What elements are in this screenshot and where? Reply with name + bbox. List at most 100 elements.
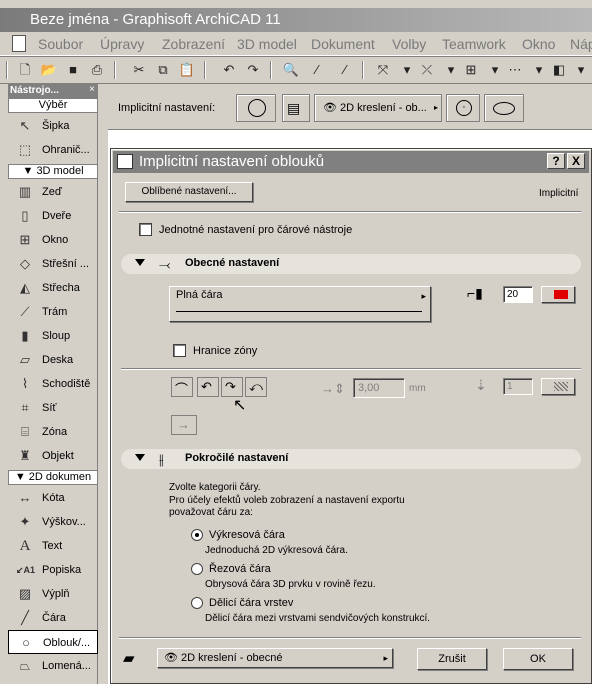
close-button[interactable]: X [567,153,585,169]
grid-snap-icon[interactable]: ⊞ [462,61,480,79]
arrowhead-none-button[interactable]: ⌒ [171,377,193,397]
copy-icon[interactable]: ⧉ [154,61,172,79]
tool-window[interactable]: ⊞ Okno [8,228,98,252]
arrowhead-both-button[interactable]: ⤺ [245,377,267,397]
save-icon[interactable]: ■ [64,61,82,79]
arrow-pen-field[interactable]: 1 [503,378,533,395]
dropdown-arrow-icon[interactable]: ▾ [442,61,460,79]
tool-mesh[interactable]: ⌗ Síť [8,396,98,420]
tool-dimension[interactable]: ↔ Kóta [8,486,98,510]
radio-drafting-line[interactable] [191,529,203,541]
tool-door[interactable]: ▯ Dveře [8,204,98,228]
redo-icon[interactable]: ↷ [244,61,262,79]
info-centre-radius-button[interactable]: · [446,94,480,122]
tool-text[interactable]: A Text [8,534,98,558]
palette-select-header[interactable]: Výběr [8,98,98,113]
menu-dokument[interactable]: Dokument [311,36,375,52]
tool-marquee[interactable]: ⬚ Ohranič... [8,138,98,162]
tool-label: Text [42,540,63,552]
info-ellipse-button[interactable] [484,94,524,122]
snap-icon[interactable]: ⤫ [418,61,436,79]
layer-select[interactable]: 👁 2D kreslení - obecné ▸ [157,648,393,668]
arrow-pointer-icon: ↖ [19,118,31,133]
arc-end-arrow-icon: ↷ [225,379,236,394]
print-icon[interactable]: ⎙ [88,61,106,79]
menu-zobrazeni[interactable]: Zobrazení [162,36,225,52]
paste-icon[interactable]: 📋 [178,61,196,79]
advanced-settings-icon: ⫲ [159,451,164,467]
undo-icon[interactable]: ↶ [220,61,238,79]
dropdown-arrow-icon[interactable]: ▾ [398,61,416,79]
tool-skylight[interactable]: ◇ Střešní ... [8,252,98,276]
info-layer-value: 2D kreslení - ob... [340,102,427,114]
menu-teamwork[interactable]: Teamwork [442,36,506,52]
palette-group-3d-model[interactable]: ▼ 3D model [8,164,98,179]
gravity-icon[interactable]: ⤧ [374,61,392,79]
zone-boundary-checkbox[interactable] [173,344,186,357]
new-file-icon[interactable]: 🗋 [16,61,34,79]
tool-beam[interactable]: ⟋ Trám [8,300,98,324]
tool-level-dimension[interactable]: ✦ Výškov... [8,510,98,534]
palette-group-2d-document[interactable]: ▼ 2D dokumen [8,470,98,485]
menu-napoveda[interactable]: Náp [570,36,592,52]
tool-label: Objekt [42,450,74,462]
group-label: 2D dokumen [28,471,92,483]
tool-arc[interactable]: ○ Oblouk/... [8,630,98,654]
tool-object[interactable]: ♜ Objekt [8,444,98,468]
tool-column[interactable]: ▮ Sloup [8,324,98,348]
tool-label: Oblouk/... [43,637,91,649]
pen-color-button[interactable] [541,286,575,303]
radio-cut-line[interactable] [191,563,203,575]
tool-zone[interactable]: ⌸ Zóna [8,420,98,444]
cancel-button[interactable]: Zrušit [417,648,487,670]
uniform-settings-checkbox[interactable] [139,223,152,236]
arrow-size-field[interactable]: 3,00 [353,378,405,398]
menu-volby[interactable]: Volby [392,36,426,52]
tool-fill[interactable]: ▨ Výplň [8,582,98,606]
eyedropper-icon[interactable]: ⁄ [308,61,326,79]
info-linetype-button[interactable]: ▤ [282,94,310,122]
option-label: Řezová čára [209,563,271,575]
arrowhead-end-button[interactable]: ↷ [221,377,243,397]
tool-wall[interactable]: ▥ Zeď [8,180,98,204]
tool-label[interactable]: ↙A1 Popiska [8,558,98,582]
radio-skin-separator[interactable] [191,597,203,609]
info-arc-settings-button[interactable] [236,94,276,122]
layers-icon[interactable]: ◧ [550,61,568,79]
dropdown-arrow-icon[interactable]: ▾ [572,61,590,79]
menu-soubor[interactable]: Soubor [38,36,83,52]
menu-upravy[interactable]: Úpravy [100,36,144,52]
general-section-header[interactable]: ⤙ Obecné nastavení [121,254,581,274]
dropdown-arrow-icon[interactable]: ▾ [486,61,504,79]
info-layer-select[interactable]: 👁 2D kreslení - ob... ▸ [314,94,442,122]
level-dimension-icon: ✦ [19,514,31,529]
arrow-pen-color-button[interactable] [541,378,575,395]
toolbar-separator [204,61,206,79]
tool-arrow[interactable]: ↖ Šipka [8,114,98,138]
line-type-select[interactable]: Plná čára ▸ [169,286,431,322]
menu-okno[interactable]: Okno [522,36,555,52]
advanced-section-header[interactable]: ⫲ Pokročilé nastavení [121,449,581,469]
tool-polyline[interactable]: ⏢ Lomená... [8,654,98,678]
arc-both-arrow-icon: ⤺ [249,379,263,394]
open-folder-icon[interactable]: 📂 [40,61,58,79]
arrowhead-start-button[interactable]: ↶ [197,377,219,397]
palette-close-icon[interactable]: × [89,84,95,95]
find-select-icon[interactable]: 🔍 [282,61,300,79]
pen-number-field[interactable]: 20 [503,286,533,303]
tool-label: Dveře [42,210,72,222]
help-button[interactable]: ? [547,153,565,169]
tool-stair[interactable]: ⌇ Schodiště [8,372,98,396]
cut-icon[interactable]: ✂ [130,61,148,79]
tool-slab[interactable]: ▱ Deska [8,348,98,372]
favorites-button[interactable]: Oblíbené nastavení... [125,182,253,202]
construction-grid-icon[interactable]: ⋯ [506,61,524,79]
syringe-icon[interactable]: ⁄ [336,61,354,79]
dropdown-arrow-icon[interactable]: ▾ [530,61,548,79]
palette-title[interactable]: Nástrojo... [8,84,98,98]
ok-button[interactable]: OK [503,648,573,670]
tool-line[interactable]: ╱ Čára [8,606,98,630]
tool-roof[interactable]: ◭ Střecha [8,276,98,300]
menu-3d-model[interactable]: 3D model [237,36,297,52]
arrowhead-type-button[interactable]: → [171,415,197,435]
